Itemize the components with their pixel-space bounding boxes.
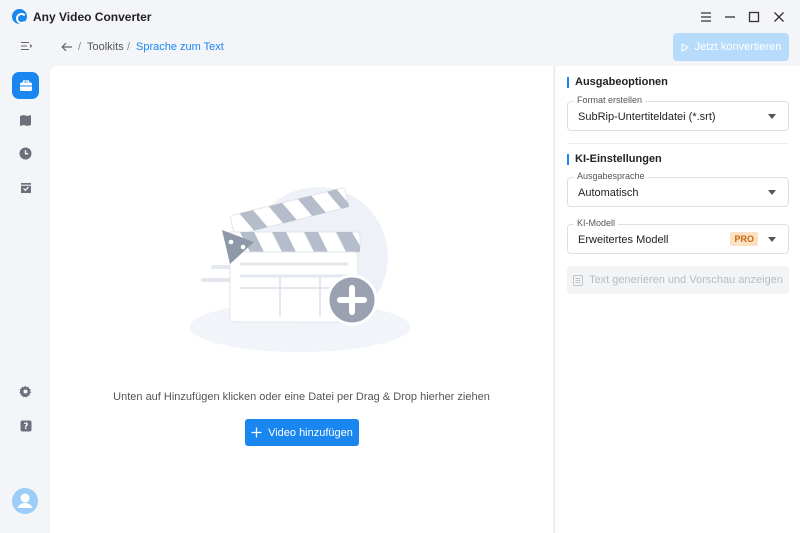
checklist-icon bbox=[20, 182, 31, 193]
film-strip-icon bbox=[20, 114, 31, 126]
chevron-down-icon bbox=[768, 190, 776, 195]
clock-icon bbox=[19, 147, 32, 160]
breadcrumb-separator: / bbox=[78, 41, 82, 53]
collapse-sidebar-icon[interactable] bbox=[12, 32, 39, 59]
chevron-down-icon bbox=[768, 237, 776, 242]
generate-preview-label: Text generieren und Vorschau anzeigen bbox=[589, 274, 783, 286]
ai-model-label: KI-Modell bbox=[574, 218, 619, 228]
chevron-down-icon bbox=[768, 114, 776, 119]
drop-hint: Unten auf Hinzufügen klicken oder eine D… bbox=[113, 391, 490, 403]
close-icon[interactable] bbox=[770, 8, 788, 26]
sidebar: ? bbox=[0, 34, 50, 533]
clapperboard-illustration bbox=[190, 187, 410, 352]
ai-model-value: Erweitertes Modell bbox=[578, 234, 669, 246]
format-label: Format erstellen bbox=[574, 95, 646, 105]
header: / Toolkits / Sprache zum Text Jetzt konv… bbox=[50, 33, 800, 66]
format-value: SubRip-Untertiteldatei (*.srt) bbox=[578, 111, 716, 123]
sidebar-item-help[interactable]: ? bbox=[12, 412, 39, 439]
menu-icon[interactable] bbox=[697, 8, 715, 26]
gear-icon bbox=[19, 385, 31, 398]
format-select[interactable]: Format erstellen SubRip-Untertiteldatei … bbox=[567, 95, 789, 131]
ai-model-select[interactable]: KI-Modell Erweitertes Modell PRO bbox=[567, 218, 789, 254]
output-language-select[interactable]: Ausgabesprache Automatisch bbox=[567, 171, 789, 207]
help-icon: ? bbox=[20, 420, 31, 432]
plus-icon bbox=[251, 427, 262, 438]
output-options-title: Ausgabeoptionen bbox=[567, 76, 668, 88]
sidebar-item-tasks[interactable] bbox=[12, 174, 39, 201]
svg-text:?: ? bbox=[23, 422, 28, 432]
user-avatar[interactable] bbox=[11, 487, 39, 515]
convert-now-label: Jetzt konvertieren bbox=[694, 41, 782, 53]
document-icon bbox=[573, 274, 584, 286]
drop-area[interactable]: Unten auf Hinzufügen klicken oder eine D… bbox=[50, 66, 553, 533]
back-arrow-icon[interactable] bbox=[60, 40, 74, 54]
play-icon bbox=[681, 42, 689, 52]
options-panel: Ausgabeoptionen Format erstellen SubRip-… bbox=[554, 66, 800, 533]
sidebar-item-settings[interactable] bbox=[12, 378, 39, 405]
app-title: Any Video Converter bbox=[33, 10, 152, 24]
output-language-label: Ausgabesprache bbox=[574, 171, 648, 181]
sidebar-item-history[interactable] bbox=[12, 140, 39, 167]
sidebar-item-library[interactable] bbox=[12, 106, 39, 133]
app-logo-icon bbox=[12, 9, 27, 24]
title-bar: Any Video Converter bbox=[0, 0, 800, 34]
add-video-button[interactable]: Video hinzufügen bbox=[245, 419, 359, 446]
toolbox-icon bbox=[19, 80, 32, 91]
avatar-icon bbox=[12, 488, 38, 514]
section-divider bbox=[567, 143, 789, 144]
maximize-icon[interactable] bbox=[745, 8, 763, 26]
generate-preview-button[interactable]: Text generieren und Vorschau anzeigen bbox=[567, 266, 789, 294]
pro-badge: PRO bbox=[730, 232, 758, 246]
ai-settings-title: KI-Einstellungen bbox=[567, 153, 662, 165]
output-language-value: Automatisch bbox=[578, 187, 639, 199]
minimize-icon[interactable] bbox=[721, 8, 739, 26]
breadcrumb-current: Sprache zum Text bbox=[136, 41, 224, 53]
breadcrumb-toolkits[interactable]: Toolkits bbox=[87, 41, 124, 53]
sidebar-item-toolkits[interactable] bbox=[12, 72, 39, 99]
convert-now-button[interactable]: Jetzt konvertieren bbox=[673, 33, 789, 61]
add-video-label: Video hinzufügen bbox=[268, 426, 353, 439]
breadcrumb-separator: / bbox=[127, 41, 131, 53]
